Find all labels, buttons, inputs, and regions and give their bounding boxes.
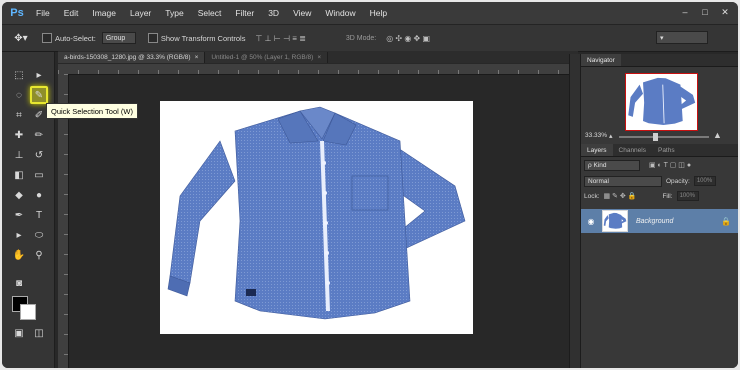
- menu-bar: Ps File Edit Image Layer Type Select Fil…: [2, 2, 738, 24]
- lock-icons[interactable]: ▦ ✎ ✥ 🔒: [604, 192, 637, 200]
- kind-filter-dropdown[interactable]: ρ Kind: [584, 159, 640, 171]
- transform-controls-checkbox[interactable]: [147, 33, 158, 43]
- blur-tool-icon[interactable]: ◆: [10, 186, 28, 204]
- navigator-shirt-thumbnail: [628, 77, 696, 126]
- opacity-input[interactable]: 100%: [693, 176, 716, 186]
- path-selection-tool-icon[interactable]: ▸: [10, 226, 28, 244]
- document-tab-active[interactable]: a-birds-150308_1280.jpg @ 33.3% (RGB/8) …: [58, 52, 206, 63]
- tools-panel: ⬚ ▸ ◌ ✎ ⌗ ✐ ✚ ✏ ⊥ ↺ ◧ ▭ ◆ ● ✒ T ▸ ⬭ ✋ ⚲ …: [2, 52, 55, 368]
- zoom-tool-icon[interactable]: ⚲: [30, 246, 48, 264]
- tab-channels[interactable]: Channels: [613, 144, 652, 156]
- visibility-eye-icon[interactable]: ◉: [584, 217, 598, 226]
- crop-tool-icon[interactable]: ⌗: [10, 106, 28, 124]
- zoom-slider[interactable]: [619, 133, 709, 141]
- menu-edit[interactable]: Edit: [64, 8, 79, 18]
- navigator-tabbar: Navigator: [581, 54, 738, 67]
- layers-panel: Layers Channels Paths ρ Kind ▣ ◐ T ▢ ◫ ●…: [581, 144, 738, 233]
- collapsed-panel-strip[interactable]: [569, 54, 580, 368]
- auto-select-checkbox[interactable]: [42, 33, 52, 43]
- quick-selection-tool-icon[interactable]: ✎: [30, 86, 48, 104]
- pen-tool-icon[interactable]: ✒: [10, 206, 28, 224]
- layers-tabbar: Layers Channels Paths: [581, 144, 738, 157]
- gradient-tool-icon[interactable]: ▭: [30, 166, 48, 184]
- minimize-button[interactable]: –: [678, 5, 692, 19]
- lasso-tool-icon[interactable]: ◌: [10, 86, 28, 104]
- navigator-preview[interactable]: [625, 73, 698, 131]
- layer-thumbnail: [602, 210, 628, 232]
- marquee-tool-icon[interactable]: ⬚: [10, 66, 28, 84]
- move-tool-icon[interactable]: ▸: [30, 66, 48, 84]
- menu-layer[interactable]: Layer: [130, 8, 151, 18]
- menu-file[interactable]: File: [36, 8, 50, 18]
- healing-brush-tool-icon[interactable]: ✚: [10, 126, 28, 144]
- eraser-tool-icon[interactable]: ◧: [10, 166, 28, 184]
- menu-help[interactable]: Help: [370, 8, 387, 18]
- layer-row-background[interactable]: ◉ Background 🔒: [581, 209, 738, 233]
- layer-filter-row: ρ Kind ▣ ◐ T ▢ ◫ ●: [581, 157, 738, 173]
- menu-type[interactable]: Type: [165, 8, 183, 18]
- tab-layers[interactable]: Layers: [581, 144, 613, 156]
- close-button[interactable]: ✕: [718, 5, 732, 19]
- opacity-label: Opacity:: [666, 177, 690, 185]
- clone-stamp-tool-icon[interactable]: ⊥: [10, 146, 28, 164]
- close-icon[interactable]: ×: [195, 54, 199, 61]
- menu-view[interactable]: View: [293, 8, 311, 18]
- fill-label: Fill:: [662, 192, 673, 200]
- workspace-dropdown[interactable]: ▾: [656, 31, 708, 44]
- document-tabs: a-birds-150308_1280.jpg @ 33.3% (RGB/8) …: [58, 51, 578, 63]
- blend-row: Normal Opacity: 100%: [581, 173, 738, 189]
- mode-3d-icons[interactable]: ◎ ✣ ◉ ✥ ▣: [386, 34, 430, 43]
- menu-select[interactable]: Select: [198, 8, 222, 18]
- menu-image[interactable]: Image: [92, 8, 116, 18]
- auto-select-label: Auto-Select:: [55, 33, 96, 43]
- transform-controls-label: Show Transform Controls: [160, 33, 246, 43]
- dodge-tool-icon[interactable]: ●: [30, 186, 48, 204]
- screen-mode-icon[interactable]: ▣: [10, 324, 28, 342]
- layer-shirt-thumbnail: [603, 212, 627, 229]
- menu-filter[interactable]: Filter: [235, 8, 254, 18]
- lock-label: Lock:: [584, 192, 600, 200]
- shirt-image: [167, 106, 466, 320]
- hand-tool-icon[interactable]: ✋: [10, 246, 28, 264]
- menu-window[interactable]: Window: [325, 8, 355, 18]
- background-color-swatch[interactable]: [20, 304, 36, 320]
- mode-3d-label: 3D Mode:: [345, 34, 377, 42]
- zoom-out-icon[interactable]: ▴: [609, 132, 613, 140]
- horizontal-ruler: [58, 64, 578, 75]
- ellipse-tool-icon[interactable]: ⬭: [30, 226, 48, 244]
- restore-button[interactable]: □: [698, 5, 712, 19]
- menu-3d[interactable]: 3D: [268, 8, 279, 18]
- history-brush-tool-icon[interactable]: ↺: [30, 146, 48, 164]
- align-icons[interactable]: ⊤ ⊥ ⊢ ⊣ ≡ ≣: [255, 34, 305, 43]
- document-tab-label: a-birds-150308_1280.jpg @ 33.3% (RGB/8): [64, 54, 191, 61]
- tab-paths[interactable]: Paths: [652, 144, 681, 156]
- zoom-in-icon[interactable]: ▲: [713, 130, 722, 140]
- navigator-zoom-value[interactable]: 33.33%: [585, 132, 607, 139]
- edit-quick-mask-icon[interactable]: ◫: [30, 324, 48, 342]
- document-tab-inactive[interactable]: Untitled-1 @ 50% (Layer 1, RGB/8) ×: [205, 52, 329, 63]
- tab-navigator[interactable]: Navigator: [581, 54, 621, 66]
- window-controls: – □ ✕: [678, 5, 732, 19]
- document-tab-label: Untitled-1 @ 50% (Layer 1, RGB/8): [211, 54, 314, 61]
- zoom-slider-handle[interactable]: [653, 133, 658, 141]
- auto-select-dropdown[interactable]: Group: [101, 32, 136, 44]
- options-bar: ✥▾ Auto-Select: Group Show Transform Con…: [2, 24, 738, 52]
- tool-tooltip: Quick Selection Tool (W): [46, 103, 138, 119]
- lock-icon: 🔒: [721, 216, 731, 226]
- right-panels: Navigator 33.33% ▴ ▲ Layers Channels Pat…: [580, 54, 738, 368]
- photoshop-window: Ps File Edit Image Layer Type Select Fil…: [2, 2, 738, 368]
- layer-name: Background: [636, 217, 674, 225]
- close-icon[interactable]: ×: [317, 54, 321, 61]
- lock-row: Lock: ▦ ✎ ✥ 🔒 Fill: 100%: [581, 189, 738, 203]
- filter-icons[interactable]: ▣ ◐ T ▢ ◫ ●: [649, 161, 691, 169]
- blend-mode-dropdown[interactable]: Normal: [584, 175, 662, 187]
- move-tool-icon[interactable]: ✥▾: [12, 30, 30, 46]
- type-tool-icon[interactable]: T: [30, 206, 48, 224]
- app-logo: Ps: [10, 7, 24, 19]
- quick-mask-icon[interactable]: ◙: [10, 274, 28, 292]
- document-canvas[interactable]: [160, 101, 473, 334]
- fill-input[interactable]: 100%: [676, 191, 699, 201]
- brush-tool-icon[interactable]: ✏: [30, 126, 48, 144]
